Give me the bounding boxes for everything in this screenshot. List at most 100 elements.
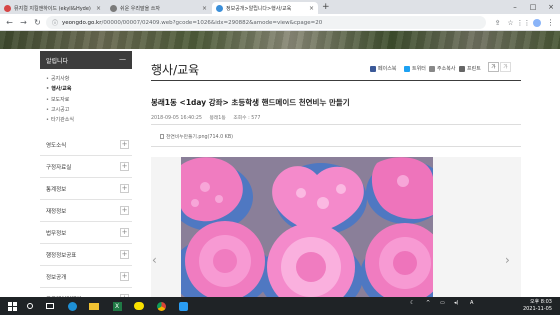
ime-icon[interactable]: A: [470, 300, 473, 306]
info-icon[interactable]: ⓘ: [52, 18, 58, 27]
subnav-item-announcement[interactable]: 고시공고: [46, 105, 74, 115]
edge-icon[interactable]: [66, 299, 78, 313]
file-explorer-icon[interactable]: [88, 299, 100, 313]
url-host: yeongdo.go.kr: [62, 19, 102, 26]
windows-taskbar: X ☾ ^ ▭ ◂) A 오후 8:03 2021-11-05: [0, 297, 560, 315]
sidebar-item-label: 행정정보공표: [46, 252, 77, 259]
address-bar-row: ← → ↻ ⓘ yeongdo.go.kr/00000/00007/02409.…: [0, 14, 560, 31]
twitter-icon: [404, 65, 410, 72]
sidebar-item-finance[interactable]: 재정정보 +: [40, 200, 132, 222]
clock-date: 2021-11-05: [522, 305, 552, 312]
close-tab-icon[interactable]: ×: [96, 5, 101, 12]
sidebar-header-label: 알립니다: [46, 57, 69, 65]
tab-label: 정보공개>알립니다>행사/교육: [226, 5, 292, 12]
font-increase-button[interactable]: 가: [488, 62, 499, 72]
meta-author: 봉래1동: [209, 116, 226, 121]
expand-plus-icon[interactable]: +: [120, 250, 129, 259]
system-clock[interactable]: 오후 8:03 2021-11-05: [523, 299, 552, 312]
attachment-divider: [151, 146, 521, 147]
expand-plus-icon[interactable]: +: [120, 206, 129, 215]
chrome-icon[interactable]: [155, 299, 167, 313]
menu-icon[interactable]: ⋮: [545, 17, 556, 28]
header-banner-image: [0, 31, 560, 49]
printer-icon: [459, 65, 465, 72]
attachment-label: 천연비누만들기.png(714.0 KB): [166, 135, 233, 140]
search-icon[interactable]: [24, 299, 36, 313]
windows-start-icon[interactable]: [6, 299, 18, 313]
sidebar-item-label: 정보공개: [46, 274, 67, 281]
close-tab-icon[interactable]: ×: [309, 5, 314, 12]
sidebar-item-label: 법무정보: [46, 230, 67, 237]
sidebar-item-label: 구정자료실: [46, 164, 72, 171]
forward-icon[interactable]: →: [18, 17, 29, 28]
soap-photo: [181, 157, 433, 297]
tab-plain-korean[interactable]: 쉬운 우리말을 쓰자 ×: [106, 2, 211, 14]
sidebar-header[interactable]: 알립니다 —: [40, 51, 132, 69]
twitter-share-link[interactable]: 트위터: [404, 65, 426, 72]
url-input[interactable]: ⓘ yeongdo.go.kr/00000/00007/02409.web?gc…: [46, 16, 486, 29]
network-icon[interactable]: ▭: [440, 300, 445, 306]
subnav-item-notice[interactable]: 공지사항: [46, 74, 74, 84]
close-tab-icon[interactable]: ×: [202, 5, 207, 12]
expand-plus-icon[interactable]: +: [120, 184, 129, 193]
sidebar-item-label: 재정정보: [46, 208, 67, 215]
tab-label: 쉬운 우리말을 쓰자: [120, 5, 160, 12]
sidebar-item-statistics[interactable]: 통계정보 +: [40, 178, 132, 200]
soap-photo-drawing: [181, 157, 433, 297]
volume-icon[interactable]: ◂): [454, 300, 458, 306]
expand-plus-icon[interactable]: +: [120, 228, 129, 237]
sidebar-item-news[interactable]: 영도소식 +: [40, 134, 132, 156]
tray-chevron-icon[interactable]: ^: [426, 300, 430, 306]
expand-plus-icon[interactable]: +: [120, 272, 129, 281]
task-view-icon[interactable]: [44, 299, 56, 313]
attachment-link[interactable]: 천연비누만들기.png(714.0 KB): [160, 133, 233, 140]
link-icon: [429, 65, 435, 72]
site-favicon-icon: [216, 4, 223, 12]
maximize-icon[interactable]: □: [524, 0, 542, 14]
facebook-share-link[interactable]: 페이스북: [370, 65, 396, 72]
excel-icon[interactable]: X: [111, 299, 123, 313]
page-title: 행사/교육: [151, 63, 200, 77]
close-window-icon[interactable]: ×: [542, 0, 560, 14]
browser-tab-strip: 뮤지컬 지킬앤하이드 (ekyll&Hyde) ... × 쉬운 우리말을 쓰자…: [0, 0, 560, 14]
app-icon[interactable]: [177, 299, 189, 313]
share-label: 페이스북: [378, 66, 397, 72]
gallery-prev-arrow-icon[interactable]: ‹: [152, 253, 157, 267]
share-label: 트위터: [412, 66, 426, 72]
tab-musical[interactable]: 뮤지컬 지킬앤하이드 (ekyll&Hyde) ... ×: [0, 2, 105, 14]
gallery-next-arrow-icon[interactable]: ›: [505, 253, 510, 267]
reload-icon[interactable]: ↻: [32, 17, 43, 28]
weather-icon[interactable]: ☾: [410, 300, 414, 306]
font-decrease-button[interactable]: 가: [500, 62, 511, 72]
sidebar-item-archive[interactable]: 구정자료실 +: [40, 156, 132, 178]
facebook-icon: [370, 65, 376, 72]
sidebar-item-disclosure-list[interactable]: 행정정보공표 +: [40, 244, 132, 266]
tab-label: 뮤지컬 지킬앤하이드 (ekyll&Hyde) ...: [14, 5, 93, 12]
sidebar-item-info-disclosure[interactable]: 정보공개 +: [40, 266, 132, 288]
print-link[interactable]: 프린트: [459, 65, 481, 72]
meta-divider: [151, 124, 521, 125]
sidebar-subnav: 공지사항 행사/교육 보도자료 고시공고 타기관소식: [46, 74, 74, 125]
heart-favicon-icon: [4, 4, 11, 12]
copy-url-link[interactable]: 주소복사: [429, 65, 455, 72]
subnav-item-events[interactable]: 행사/교육: [46, 84, 74, 94]
back-icon[interactable]: ←: [4, 17, 15, 28]
page-favicon-icon: [110, 4, 117, 12]
minimize-icon[interactable]: –: [506, 0, 524, 14]
collapse-icon[interactable]: —: [119, 55, 126, 63]
tab-events-active[interactable]: 정보공개>알립니다>행사/교육 ×: [212, 2, 318, 14]
share-label: 주소복사: [437, 66, 456, 72]
share-page-icon[interactable]: ⇪: [492, 17, 503, 28]
article-meta: 2018-09-05 16:40:25 봉래1동 조회수 : 577: [151, 114, 266, 121]
sidebar-item-legal[interactable]: 법무정보 +: [40, 222, 132, 244]
expand-plus-icon[interactable]: +: [120, 140, 129, 149]
bookmark-star-icon[interactable]: ☆: [505, 17, 516, 28]
subnav-item-other-agency[interactable]: 타기관소식: [46, 115, 74, 125]
sidebar-item-label: 영도소식: [46, 142, 67, 149]
profile-icon[interactable]: [531, 17, 542, 28]
extensions-icon[interactable]: ⋮⋮: [517, 17, 531, 28]
expand-plus-icon[interactable]: +: [120, 162, 129, 171]
kakaotalk-icon[interactable]: [133, 299, 145, 313]
new-tab-icon[interactable]: +: [322, 2, 330, 12]
subnav-item-press[interactable]: 보도자료: [46, 95, 74, 105]
